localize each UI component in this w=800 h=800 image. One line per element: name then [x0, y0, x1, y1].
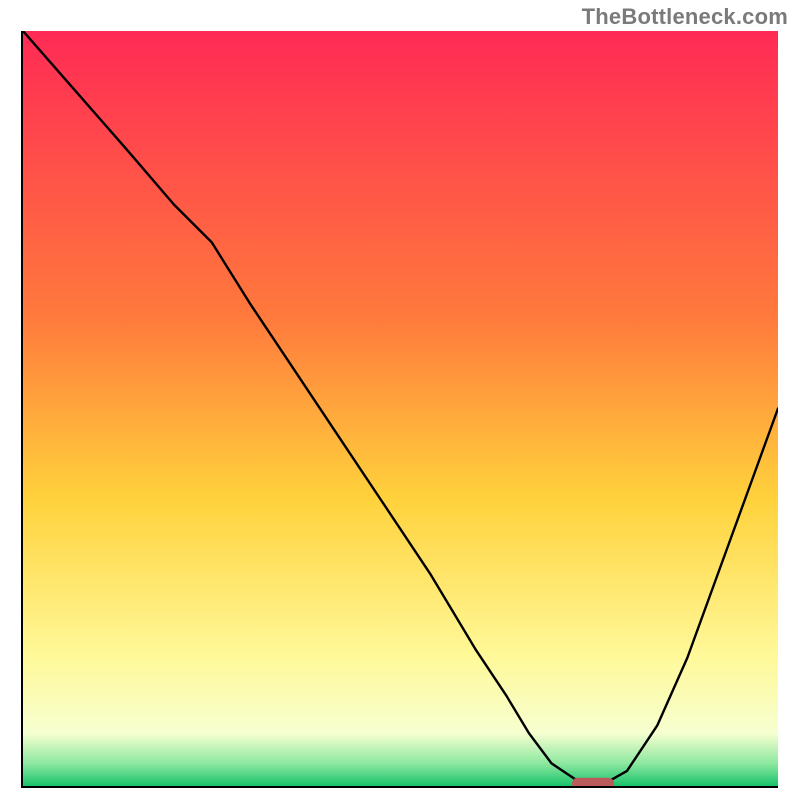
gradient-background — [23, 31, 778, 786]
watermark-text: TheBottleneck.com — [582, 4, 788, 30]
chart-container: TheBottleneck.com — [0, 0, 800, 800]
plot-svg — [23, 31, 778, 786]
